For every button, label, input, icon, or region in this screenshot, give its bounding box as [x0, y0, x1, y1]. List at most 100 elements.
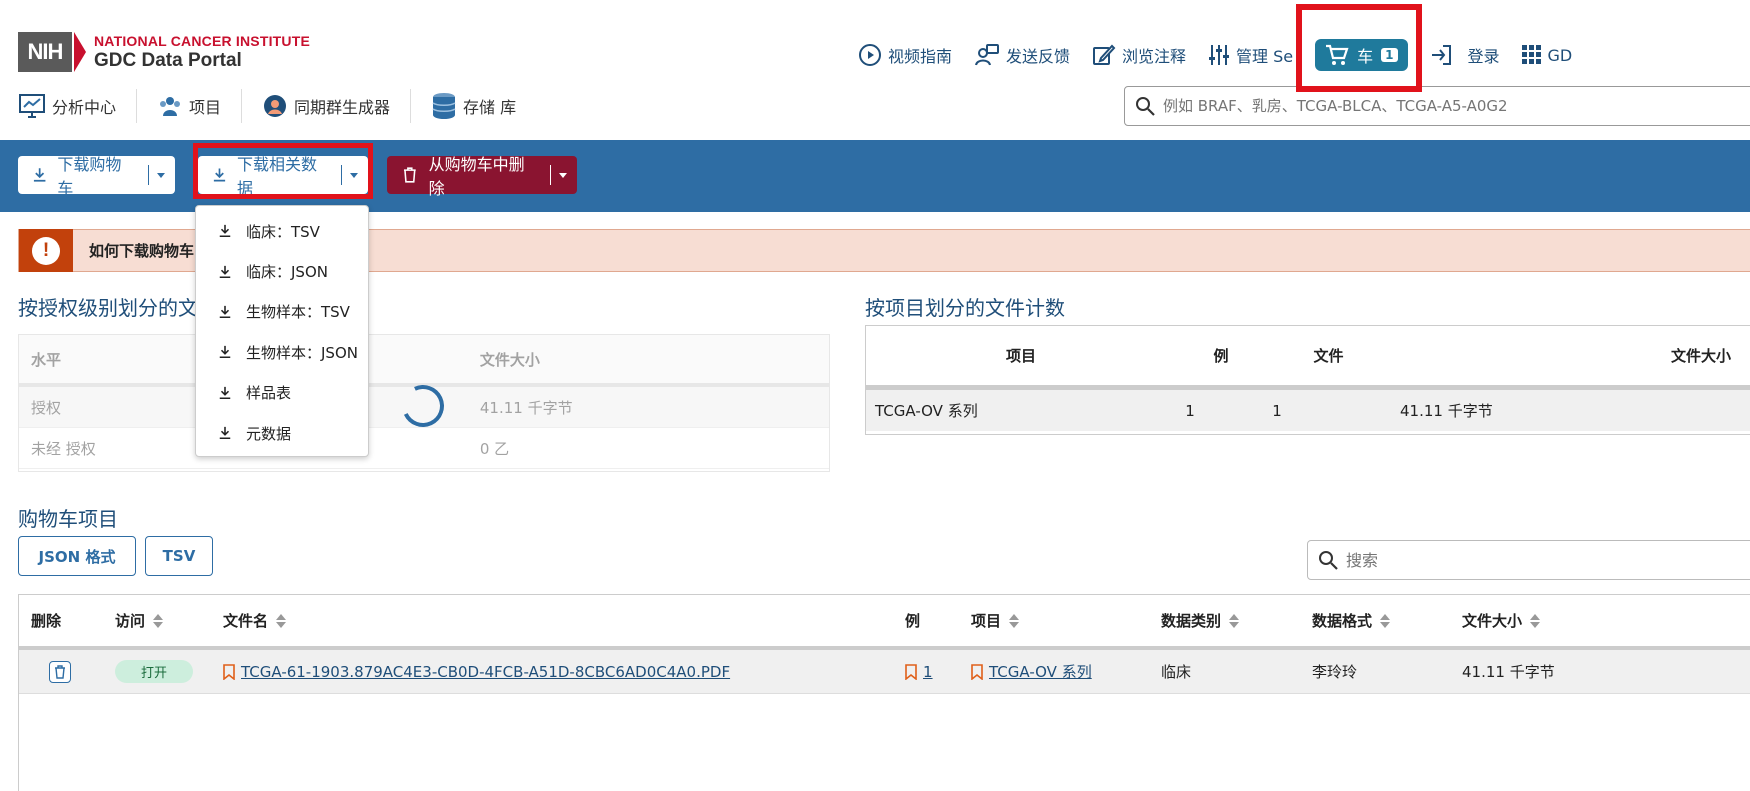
cell-size: 41.11 千字节 — [479, 398, 573, 417]
nav-manage-sets[interactable]: 管理 Se — [1208, 43, 1293, 67]
menu-item-biospecimen-tsv[interactable]: 生物样本：TSV — [196, 292, 368, 332]
col-cases: 例 — [905, 612, 921, 630]
nav-login[interactable]: 登录 — [1430, 43, 1500, 67]
download-icon — [219, 346, 231, 359]
download-cart-caret-icon[interactable] — [157, 172, 165, 178]
gdc-logo[interactable]: NIH NATIONAL CANCER INSTITUTE GDC Data P… — [18, 32, 310, 72]
col-data-category[interactable]: 数据类别 — [1161, 610, 1240, 631]
menu-item-clinical-json[interactable]: 临床：JSON — [196, 251, 368, 291]
case-count-link[interactable]: 1 — [923, 663, 933, 681]
json-export-button[interactable]: JSON 格式 — [18, 536, 136, 576]
download-icon — [219, 305, 231, 319]
col-cases: 例 — [1213, 347, 1229, 365]
nav-manage-sets-label: 管理 Se — [1236, 47, 1294, 66]
subnav-analysis-center[interactable]: 分析中心 — [18, 89, 138, 123]
col-project: 项目 — [1005, 347, 1036, 365]
cell-data-category: 临床 — [1161, 663, 1192, 681]
nav-login-label: 登录 — [1467, 47, 1500, 66]
subnav-repository[interactable]: 存储 库 — [411, 89, 536, 123]
trash-icon — [55, 664, 65, 679]
nav-send-feedback[interactable]: 发送反馈 — [974, 43, 1070, 67]
alert-text: 如何下载购物车 — [89, 242, 195, 260]
subnav-projects-label: 项目 — [189, 98, 222, 117]
nav-gdc-apps[interactable]: GD — [1521, 45, 1573, 65]
project-count-table: 项目 例 文件 文件大小 TCGA-OV 系列 1 1 41.11 千字节 — [865, 325, 1750, 435]
quick-search-box[interactable] — [1124, 86, 1750, 126]
analysis-icon — [19, 94, 45, 118]
col-file-size[interactable]: 文件大小 — [1462, 610, 1541, 631]
remove-file-button[interactable] — [49, 660, 71, 683]
nav-send-feedback-label: 发送反馈 — [1006, 47, 1071, 66]
search-icon — [1319, 551, 1338, 570]
remove-caret-icon[interactable] — [559, 172, 567, 178]
download-icon — [219, 427, 231, 440]
menu-item-clinical-tsv[interactable]: 临床：TSV — [196, 211, 368, 251]
table-row: TCGA-OV 系列 1 1 41.11 千字节 — [866, 390, 1750, 431]
menu-item-biospecimen-json[interactable]: 生物样本：JSON — [196, 332, 368, 372]
col-filename[interactable]: 文件名 — [223, 610, 287, 631]
cell-cases: 1 — [1185, 401, 1195, 420]
table-row: 打开 TCGA-61-1903.879AC4E3-CB0D-4FCB-A51D-… — [19, 650, 1750, 694]
remove-from-cart-label: 从购物车中删除 — [428, 155, 525, 198]
edit-icon — [1093, 44, 1116, 65]
cell-files: 1 — [1272, 401, 1282, 420]
col-file-size: 文件大小 — [1670, 347, 1731, 365]
cart-search-input[interactable] — [1346, 550, 1646, 570]
quick-search-input[interactable] — [1163, 97, 1723, 115]
subnav-projects[interactable]: 项目 — [137, 89, 243, 123]
file-name-link[interactable]: TCGA-61-1903.879AC4E3-CB0D-4FCB-A51D-8CB… — [241, 663, 730, 681]
subnav-cohort-builder[interactable]: 同期群生成器 — [242, 89, 412, 123]
menu-item-metadata[interactable]: 元数据 — [196, 413, 368, 453]
subnav-cohort-label: 同期群生成器 — [294, 98, 391, 117]
nav-video-guides[interactable]: 视频指南 — [858, 43, 952, 67]
access-open-badge: 打开 — [115, 660, 194, 683]
bookmark-case-icon — [905, 663, 917, 680]
cell-project: TCGA-OV 系列 — [875, 402, 978, 420]
col-access[interactable]: 访问 — [115, 610, 164, 631]
cell-size: 0 乙 — [479, 439, 510, 458]
sort-icon — [1380, 613, 1391, 628]
sliders-icon — [1209, 45, 1230, 65]
download-cart-label: 下载购物车 — [57, 155, 122, 198]
nav-gdc-apps-label: GD — [1547, 45, 1573, 65]
download-cart-button[interactable]: 下载购物车 — [18, 155, 175, 198]
cell-data-format: 李玲玲 — [1312, 663, 1358, 681]
col-data-format[interactable]: 数据格式 — [1312, 610, 1391, 631]
download-related-highlight-box — [193, 143, 373, 199]
cohort-icon — [264, 95, 287, 117]
nav-browse-annotations-label: 浏览注释 — [1122, 47, 1187, 66]
login-icon — [1431, 45, 1451, 65]
top-nav: 视频指南 发送反馈 浏览注释 管理 Se 车 1 登录 GD — [858, 39, 1594, 71]
trash-icon — [403, 167, 416, 183]
download-related-menu: 临床：TSV 临床：JSON 生物样本：TSV 生物样本：JSON 样品表 元数… — [195, 205, 369, 457]
bookmark-file-icon — [223, 663, 235, 680]
tsv-export-button[interactable]: TSV — [145, 536, 213, 576]
col-file-size: 文件大小 — [479, 350, 540, 369]
project-link[interactable]: TCGA-OV 系列 — [989, 661, 1092, 682]
subnav-analysis-label: 分析中心 — [52, 98, 117, 117]
search-icon — [1136, 97, 1155, 116]
repository-icon — [432, 93, 456, 119]
sort-icon — [1530, 613, 1541, 628]
cell-file-size: 41.11 千字节 — [1462, 663, 1555, 681]
table-header: 项目 例 文件 文件大小 — [866, 326, 1750, 390]
project-section-title: 按项目划分的文件计数 — [865, 296, 1065, 320]
projects-icon — [160, 97, 181, 116]
remove-from-cart-button[interactable]: 从购物车中删除 — [387, 155, 577, 198]
table-row: 未经 授权 0 乙 — [19, 428, 829, 469]
subnav-repository-label: 存储 库 — [463, 98, 517, 117]
table-header: 删除 访问 文件名 例 项目 数据类别 数据格式 文件大小 — [19, 595, 1750, 650]
sort-icon — [153, 613, 164, 628]
apps-grid-icon — [1521, 45, 1541, 64]
bookmark-project-icon — [971, 663, 983, 680]
cart-highlight-box — [1296, 4, 1422, 92]
cart-search-box[interactable] — [1307, 540, 1750, 580]
cart-items-title: 购物车项目 — [18, 507, 118, 531]
nav-browse-annotations[interactable]: 浏览注释 — [1092, 43, 1186, 67]
table-header: 水平 文件大小 — [19, 335, 829, 387]
nav-video-guides-label: 视频指南 — [888, 47, 953, 66]
menu-item-sample-sheet[interactable]: 样品表 — [196, 373, 368, 413]
cell-size: 41.11 千字节 — [1400, 402, 1493, 420]
col-project[interactable]: 项目 — [971, 610, 1020, 631]
download-icon — [33, 168, 46, 182]
